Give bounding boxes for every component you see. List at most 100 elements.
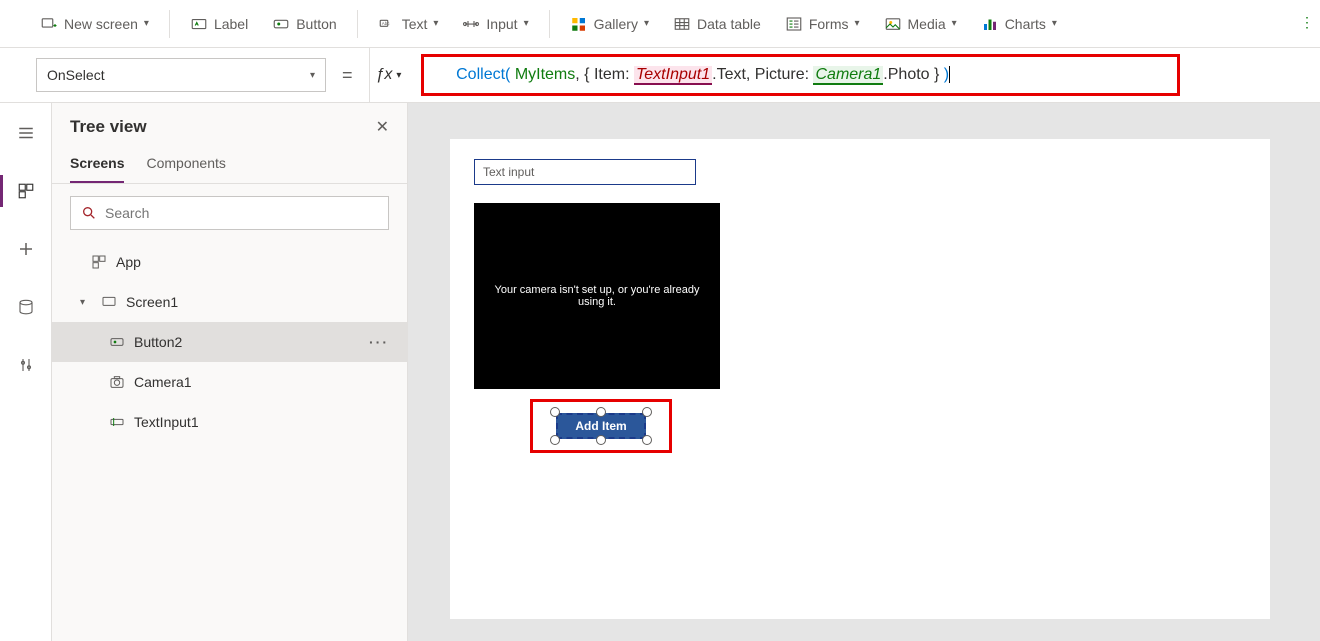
- resize-handle[interactable]: [550, 435, 560, 445]
- insert-button[interactable]: Button: [262, 9, 346, 39]
- screen-icon: [100, 293, 118, 311]
- tree-item-screen1[interactable]: ▾ Screen1: [52, 282, 407, 322]
- new-screen-menu[interactable]: New screen ▾: [30, 9, 159, 39]
- tree-search[interactable]: [70, 196, 389, 230]
- media-icon: [884, 15, 902, 33]
- tree-item-label: TextInput1: [134, 414, 199, 430]
- chevron-down-icon: ▾: [524, 18, 529, 29]
- formula-input[interactable]: Collect( MyItems, { Item: TextInput1.Tex…: [417, 48, 1300, 102]
- tree-view-panel: Tree view ✕ Screens Components App ▾ Scr…: [52, 103, 408, 641]
- canvas-text-input[interactable]: Text input: [474, 159, 696, 185]
- rail-data[interactable]: [6, 287, 46, 327]
- ribbon-toolbar: New screen ▾ Label Button Abc Text ▾ Inp…: [0, 0, 1320, 48]
- new-screen-label: New screen: [64, 16, 138, 32]
- canvas-button-highlight: Add Item: [530, 399, 672, 453]
- tree-item-camera1[interactable]: Camera1: [52, 362, 407, 402]
- formula-bar: OnSelect ▾ = ƒx ▾ Collect( MyItems, { It…: [0, 48, 1320, 103]
- resize-handle[interactable]: [642, 407, 652, 417]
- text-menu-label: Text: [402, 16, 428, 32]
- canvas-camera[interactable]: Your camera isn't set up, or you're alre…: [474, 203, 720, 389]
- chevron-down-icon: ▾: [1052, 18, 1057, 29]
- left-rail: [0, 103, 52, 641]
- property-name: OnSelect: [47, 67, 105, 83]
- search-icon: [81, 205, 97, 221]
- chevron-down-icon[interactable]: ▾: [80, 297, 92, 308]
- insert-gallery-menu[interactable]: Gallery ▾: [560, 9, 659, 39]
- tree-list: App ▾ Screen1 Button2 ··· Camera1 TextIn…: [52, 242, 407, 641]
- insert-label[interactable]: Label: [180, 9, 258, 39]
- resize-handle[interactable]: [550, 407, 560, 417]
- tree-item-label: App: [116, 254, 141, 270]
- separator: [549, 10, 550, 38]
- resize-handle[interactable]: [642, 435, 652, 445]
- rail-hamburger[interactable]: [6, 113, 46, 153]
- insert-data-table[interactable]: Data table: [663, 9, 771, 39]
- rail-advanced-tools[interactable]: [6, 345, 46, 385]
- charts-label: Charts: [1005, 16, 1046, 32]
- separator: [169, 10, 170, 38]
- search-input[interactable]: [105, 205, 378, 221]
- more-icon[interactable]: ···: [369, 334, 389, 350]
- insert-charts-menu[interactable]: Charts ▾: [971, 9, 1067, 39]
- charts-icon: [981, 15, 999, 33]
- resize-handle[interactable]: [596, 435, 606, 445]
- gallery-label: Gallery: [594, 16, 638, 32]
- forms-icon: [785, 15, 803, 33]
- input-menu-label: Input: [486, 16, 517, 32]
- fx-button[interactable]: ƒx ▾: [369, 48, 408, 102]
- insert-text-menu[interactable]: Abc Text ▾: [368, 9, 449, 39]
- button-icon: [272, 15, 290, 33]
- chevron-down-icon: ▾: [396, 70, 401, 81]
- chevron-down-icon: ▾: [433, 18, 438, 29]
- separator: [357, 10, 358, 38]
- new-screen-icon: [40, 15, 58, 33]
- gallery-icon: [570, 15, 588, 33]
- insert-forms-menu[interactable]: Forms ▾: [775, 9, 870, 39]
- chevron-down-icon: ▾: [644, 18, 649, 29]
- tab-screens[interactable]: Screens: [70, 149, 124, 183]
- chevron-down-icon: ▾: [854, 18, 859, 29]
- tree-tabs: Screens Components: [52, 145, 407, 184]
- button-text: Button: [296, 16, 336, 32]
- close-icon[interactable]: ✕: [376, 117, 389, 137]
- insert-input-menu[interactable]: Input ▾: [452, 9, 538, 39]
- fx-icon: ƒx: [376, 66, 393, 84]
- camera-message: Your camera isn't set up, or you're alre…: [484, 284, 710, 308]
- tree-item-textinput1[interactable]: TextInput1: [52, 402, 407, 442]
- button-icon: [108, 333, 126, 351]
- tree-view-title: Tree view: [70, 117, 147, 137]
- formula-text: Collect( MyItems, { Item: TextInput1.Tex…: [417, 48, 950, 102]
- text-input-placeholder: Text input: [483, 165, 534, 179]
- tab-components[interactable]: Components: [146, 149, 225, 183]
- tree-item-button2[interactable]: Button2 ···: [52, 322, 407, 362]
- main-area: Tree view ✕ Screens Components App ▾ Scr…: [0, 103, 1320, 641]
- property-selector[interactable]: OnSelect ▾: [36, 58, 326, 92]
- canvas-area: Text input Your camera isn't set up, or …: [408, 103, 1320, 641]
- screen-canvas[interactable]: Text input Your camera isn't set up, or …: [450, 139, 1270, 619]
- insert-media-menu[interactable]: Media ▾: [874, 9, 967, 39]
- resize-handle[interactable]: [596, 407, 606, 417]
- camera-icon: [108, 373, 126, 391]
- tree-item-label: Button2: [134, 334, 182, 350]
- equals-sign: =: [336, 65, 359, 86]
- textinput-icon: [108, 413, 126, 431]
- rail-insert[interactable]: [6, 229, 46, 269]
- chevron-down-icon: ▾: [144, 18, 149, 29]
- svg-text:Abc: Abc: [381, 20, 390, 25]
- add-item-label: Add Item: [575, 419, 626, 433]
- tree-item-app[interactable]: App: [52, 242, 407, 282]
- rail-tree-view[interactable]: [6, 171, 46, 211]
- text-icon: Abc: [378, 15, 396, 33]
- chevron-down-icon: ▾: [310, 70, 315, 81]
- app-icon: [90, 253, 108, 271]
- tree-item-label: Camera1: [134, 374, 192, 390]
- tree-item-label: Screen1: [126, 294, 178, 310]
- forms-label: Forms: [809, 16, 849, 32]
- label-icon: [190, 15, 208, 33]
- ribbon-overflow-icon[interactable]: ⋮: [1300, 14, 1314, 31]
- input-icon: [462, 15, 480, 33]
- selection-box[interactable]: Add Item: [556, 413, 646, 439]
- media-label: Media: [908, 16, 946, 32]
- chevron-down-icon: ▾: [952, 18, 957, 29]
- label-text: Label: [214, 16, 248, 32]
